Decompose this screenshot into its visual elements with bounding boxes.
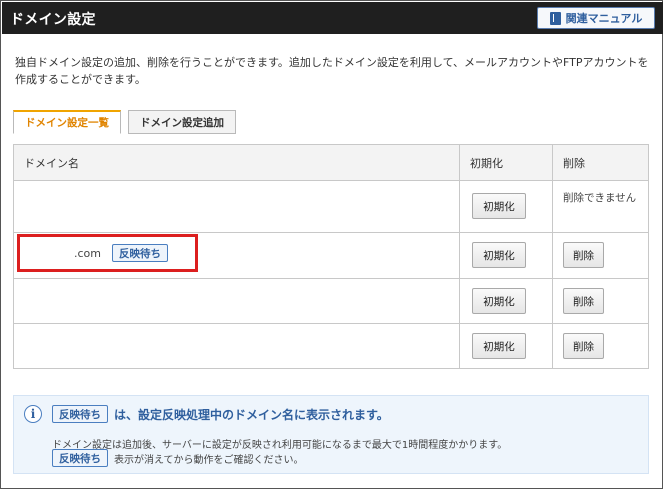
info-main-text: は、設定反映処理中のドメイン名に表示されます。: [114, 407, 389, 422]
panel-header: ドメイン設定 関連マニュアル: [2, 2, 663, 34]
related-manual-label: 関連マニュアル: [565, 12, 643, 25]
delete-cell: 削除できません: [552, 181, 648, 232]
table-row: 初期化 削除できません: [14, 180, 648, 232]
delete-cell: 削除: [552, 279, 648, 323]
highlight-annotation-box: [17, 234, 198, 272]
delete-cell: 削除: [552, 324, 648, 368]
init-button[interactable]: 初期化: [472, 288, 526, 314]
tab-domain-list[interactable]: ドメイン設定一覧: [13, 110, 121, 134]
info-sub-text: 表示が消えてから動作をご確認ください。: [114, 454, 304, 466]
column-header-delete: 削除: [552, 145, 648, 180]
init-cell: 初期化: [459, 324, 552, 368]
info-sub-line: 反映待ち 表示が消えてから動作をご確認ください。: [52, 449, 304, 467]
table-header-row: ドメイン名 初期化 削除: [14, 145, 648, 180]
init-cell: 初期化: [459, 233, 552, 278]
cannot-delete-note: 削除できません: [563, 192, 637, 204]
domain-cell: [14, 279, 459, 323]
domain-settings-panel: ドメイン設定 関連マニュアル 独自ドメイン設定の追加、削除を行うことができます。…: [0, 0, 663, 489]
page-title: ドメイン設定: [10, 12, 96, 28]
pending-badge: 反映待ち: [52, 405, 108, 423]
delete-cell: 削除: [552, 233, 648, 278]
delete-button[interactable]: 削除: [563, 242, 604, 268]
delete-button[interactable]: 削除: [563, 288, 604, 314]
init-button[interactable]: 初期化: [472, 242, 526, 268]
delete-button[interactable]: 削除: [563, 333, 604, 359]
column-header-init: 初期化: [459, 145, 552, 180]
table-row: 初期化 削除: [14, 278, 648, 323]
init-button[interactable]: 初期化: [472, 193, 526, 219]
domain-cell: [14, 181, 459, 232]
related-manual-button[interactable]: 関連マニュアル: [537, 7, 655, 29]
tab-domain-add[interactable]: ドメイン設定追加: [128, 110, 236, 134]
info-icon: i: [24, 405, 42, 423]
init-button[interactable]: 初期化: [472, 333, 526, 359]
domain-cell: [14, 324, 459, 368]
book-icon: [549, 11, 561, 25]
column-header-domain: ドメイン名: [24, 156, 79, 170]
info-main-line: 反映待ち は、設定反映処理中のドメイン名に表示されます。: [52, 405, 389, 423]
table-row: 初期化 削除: [14, 323, 648, 368]
info-box: i 反映待ち は、設定反映処理中のドメイン名に表示されます。 ドメイン設定は追加…: [13, 395, 649, 474]
pending-badge: 反映待ち: [52, 449, 108, 467]
init-cell: 初期化: [459, 181, 552, 232]
page-description: 独自ドメイン設定の追加、削除を行うことができます。追加したドメイン設定を利用して…: [15, 56, 649, 86]
init-cell: 初期化: [459, 279, 552, 323]
